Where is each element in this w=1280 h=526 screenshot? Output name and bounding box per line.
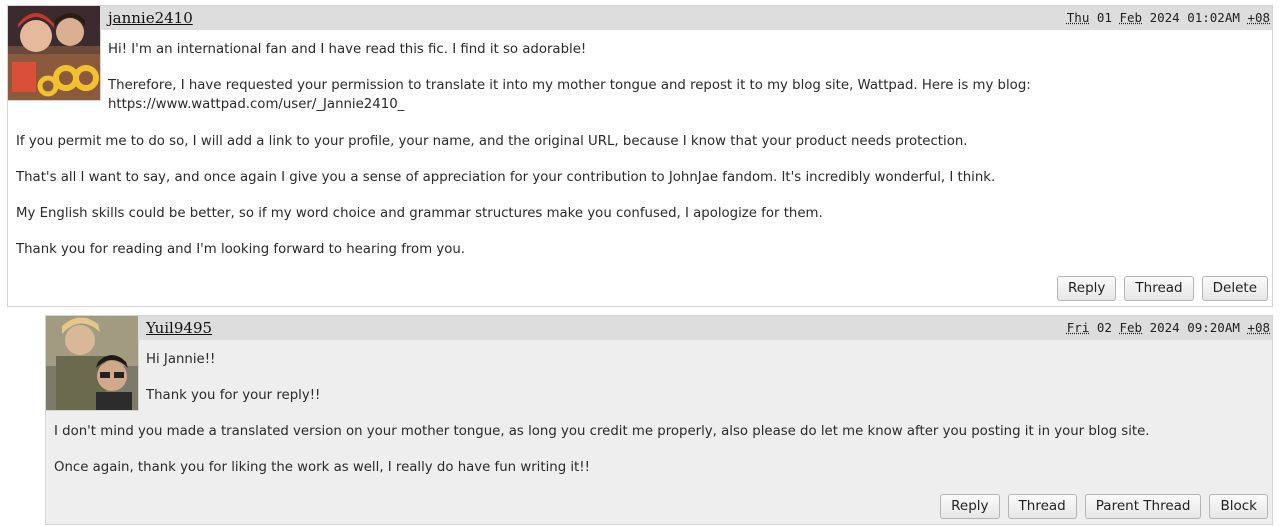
comment-paragraph: Therefore, I have requested your permiss… [108,78,1031,93]
comment-jannie2410: jannie2410 Thu 01 Feb 2024 01:02AM +08 H… [7,5,1273,307]
reply-button[interactable]: Reply [1057,276,1117,301]
comment-paragraph: Hi! I'm an international fan and I have … [108,42,587,57]
comment-actions: Reply Thread Parent Thread Block [940,494,1268,519]
avatar[interactable] [46,316,139,411]
weekday: Thu [1066,10,1090,25]
month: Feb [1119,10,1143,25]
delete-button[interactable]: Delete [1201,276,1268,301]
day: 01 [1096,10,1112,25]
comment-actions: Reply Thread Delete [1057,276,1268,301]
username-link[interactable]: jannie2410 [108,9,193,27]
timezone: +08 [1247,10,1270,25]
thread-button[interactable]: Thread [1007,494,1077,519]
weekday: Fri [1066,320,1090,335]
comment-paragraph: https://www.wattpad.com/user/_Jannie2410… [108,97,405,112]
comment-paragraph: Hi Jannie!! [146,352,216,367]
comment-header: jannie2410 Thu 01 Feb 2024 01:02AM +08 [100,6,1272,30]
year-time: 2024 01:02AM [1149,10,1240,25]
thread-button[interactable]: Thread [1124,276,1194,301]
avatar[interactable] [8,6,101,101]
comment-paragraph: My English skills could be better, so if… [16,206,823,221]
block-button[interactable]: Block [1209,494,1268,519]
comment-paragraph: I don't mind you made a translated versi… [54,424,1150,439]
comment-paragraph: Thank you for your reply!! [146,388,321,403]
comment-paragraph: Thank you for reading and I'm looking fo… [16,242,466,257]
comment-paragraph: Once again, thank you for liking the wor… [54,460,590,475]
username-link[interactable]: Yuil9495 [146,319,212,337]
day: 02 [1096,320,1112,335]
comment-datetime: Fri 02 Feb 2024 09:20AM +08 [1067,320,1270,335]
reply-button[interactable]: Reply [940,494,1000,519]
parent-thread-button[interactable]: Parent Thread [1084,494,1202,519]
timezone: +08 [1247,320,1270,335]
year-time: 2024 09:20AM [1149,320,1240,335]
comment-header: Yuil9495 Fri 02 Feb 2024 09:20AM +08 [138,316,1272,340]
month: Feb [1119,320,1143,335]
comment-yuil9495: Yuil9495 Fri 02 Feb 2024 09:20AM +08 Hi … [45,315,1273,525]
comment-paragraph: If you permit me to do so, I will add a … [16,134,968,149]
comment-datetime: Thu 01 Feb 2024 01:02AM +08 [1067,10,1270,25]
comment-paragraph: That's all I want to say, and once again… [16,170,996,185]
